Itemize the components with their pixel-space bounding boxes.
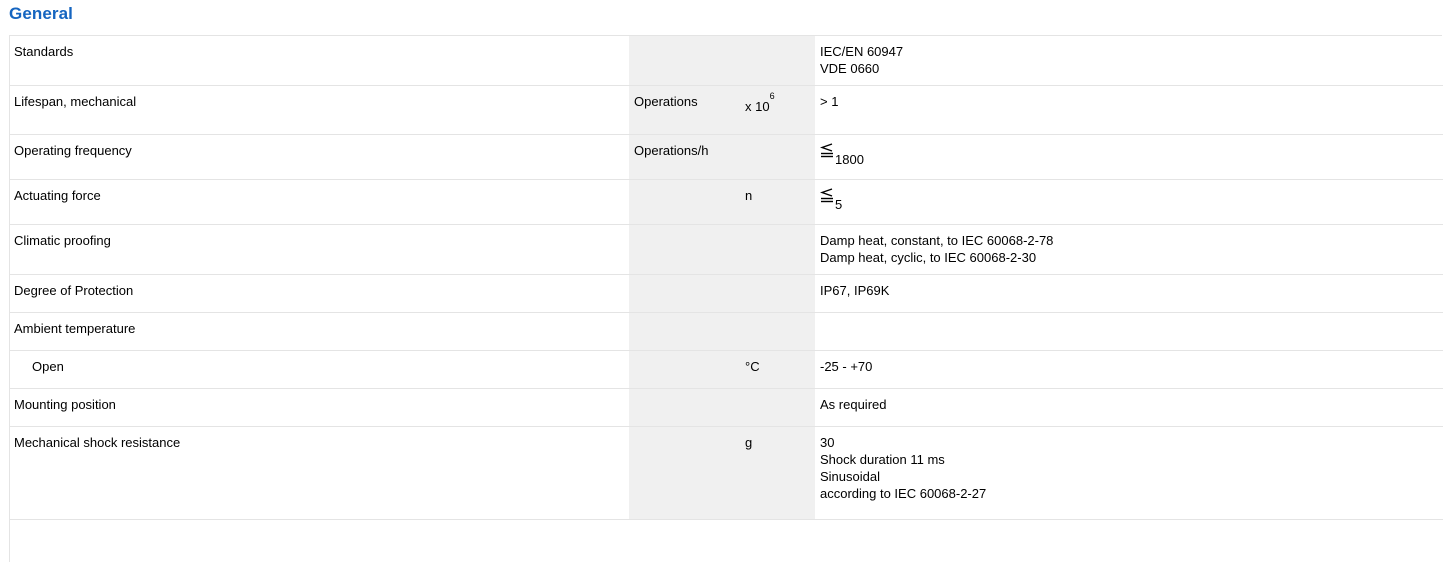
row-value: As required bbox=[815, 388, 1443, 427]
row-value: IEC/EN 60947 VDE 0660 bbox=[815, 36, 1443, 86]
less-than-or-equal-icon bbox=[820, 187, 833, 202]
row-unit bbox=[629, 426, 741, 520]
value-number: 1800 bbox=[835, 151, 864, 167]
less-than-or-equal-icon bbox=[820, 142, 833, 157]
row-value: Damp heat, constant, to IEC 60068-2-78 D… bbox=[815, 224, 1443, 275]
table-row: Mounting position As required bbox=[10, 388, 1443, 427]
row-multiplier bbox=[741, 388, 815, 427]
row-multiplier bbox=[741, 134, 815, 180]
table-row: Open °C -25 - +70 bbox=[10, 350, 1443, 389]
row-multiplier: n bbox=[741, 179, 815, 225]
table-row: Operating frequency Operations/h 1800 bbox=[10, 134, 1443, 180]
row-multiplier: g bbox=[741, 426, 815, 520]
value-number: 5 bbox=[835, 196, 843, 212]
row-multiplier bbox=[741, 36, 815, 86]
row-unit bbox=[629, 388, 741, 427]
spec-table-container: Standards IEC/EN 60947 VDE 0660 Lifespan… bbox=[9, 35, 1443, 562]
row-unit bbox=[629, 274, 741, 313]
row-multiplier bbox=[741, 274, 815, 313]
row-label: Climatic proofing bbox=[10, 224, 629, 275]
row-multiplier: x 106 bbox=[741, 85, 815, 135]
row-label: Mechanical shock resistance bbox=[10, 426, 629, 520]
table-row: Climatic proofing Damp heat, constant, t… bbox=[10, 224, 1443, 275]
row-label: Actuating force bbox=[10, 179, 629, 225]
table-row: Actuating force n 5 bbox=[10, 179, 1443, 225]
row-value: > 1 bbox=[815, 85, 1443, 135]
row-label: Mounting position bbox=[10, 388, 629, 427]
row-label: Open bbox=[10, 350, 629, 389]
value-line: Damp heat, constant, to IEC 60068-2-78 bbox=[820, 232, 1054, 248]
value-line: Sinusoidal bbox=[820, 468, 880, 484]
row-unit bbox=[629, 312, 741, 351]
table-row: Lifespan, mechanical Operations x 106 > … bbox=[10, 85, 1443, 135]
row-multiplier: °C bbox=[741, 350, 815, 389]
row-value: 5 bbox=[815, 179, 1443, 225]
row-unit bbox=[629, 36, 741, 86]
row-value: 1800 bbox=[815, 134, 1443, 180]
row-label: Lifespan, mechanical bbox=[10, 85, 629, 135]
row-unit bbox=[629, 224, 741, 275]
row-value: IP67, IP69K bbox=[815, 274, 1443, 313]
row-multiplier bbox=[741, 224, 815, 275]
table-row: Mechanical shock resistance g 30 Shock d… bbox=[10, 426, 1443, 520]
row-value bbox=[815, 312, 1443, 351]
value-line: IEC/EN 60947 bbox=[820, 44, 904, 59]
row-label: Degree of Protection bbox=[10, 274, 629, 313]
value-line: according to IEC 60068-2-27 bbox=[820, 485, 987, 501]
row-unit bbox=[629, 350, 741, 389]
table-row: Ambient temperature bbox=[10, 312, 1443, 351]
row-unit: Operations/h bbox=[629, 134, 741, 180]
row-unit bbox=[629, 179, 741, 225]
row-label: Standards bbox=[10, 36, 629, 86]
multiplier-exponent: 6 bbox=[769, 91, 775, 102]
multiplier-base: x 10 bbox=[745, 98, 770, 114]
row-value: 30 Shock duration 11 ms Sinusoidal accor… bbox=[815, 426, 1443, 520]
row-value: -25 - +70 bbox=[815, 350, 1443, 389]
table-row: Degree of Protection IP67, IP69K bbox=[10, 274, 1443, 313]
value-line: 30 bbox=[820, 434, 835, 450]
row-multiplier bbox=[741, 312, 815, 351]
spec-table: Standards IEC/EN 60947 VDE 0660 Lifespan… bbox=[10, 36, 1443, 520]
value-line: Shock duration 11 ms bbox=[820, 451, 945, 467]
value-line: Damp heat, cyclic, to IEC 60068-2-30 bbox=[820, 249, 1037, 265]
row-label: Ambient temperature bbox=[10, 312, 629, 351]
row-unit: Operations bbox=[629, 85, 741, 135]
value-line: VDE 0660 bbox=[820, 61, 880, 76]
row-label: Operating frequency bbox=[10, 134, 629, 180]
table-row: Standards IEC/EN 60947 VDE 0660 bbox=[10, 36, 1443, 86]
section-title: General bbox=[9, 4, 74, 23]
